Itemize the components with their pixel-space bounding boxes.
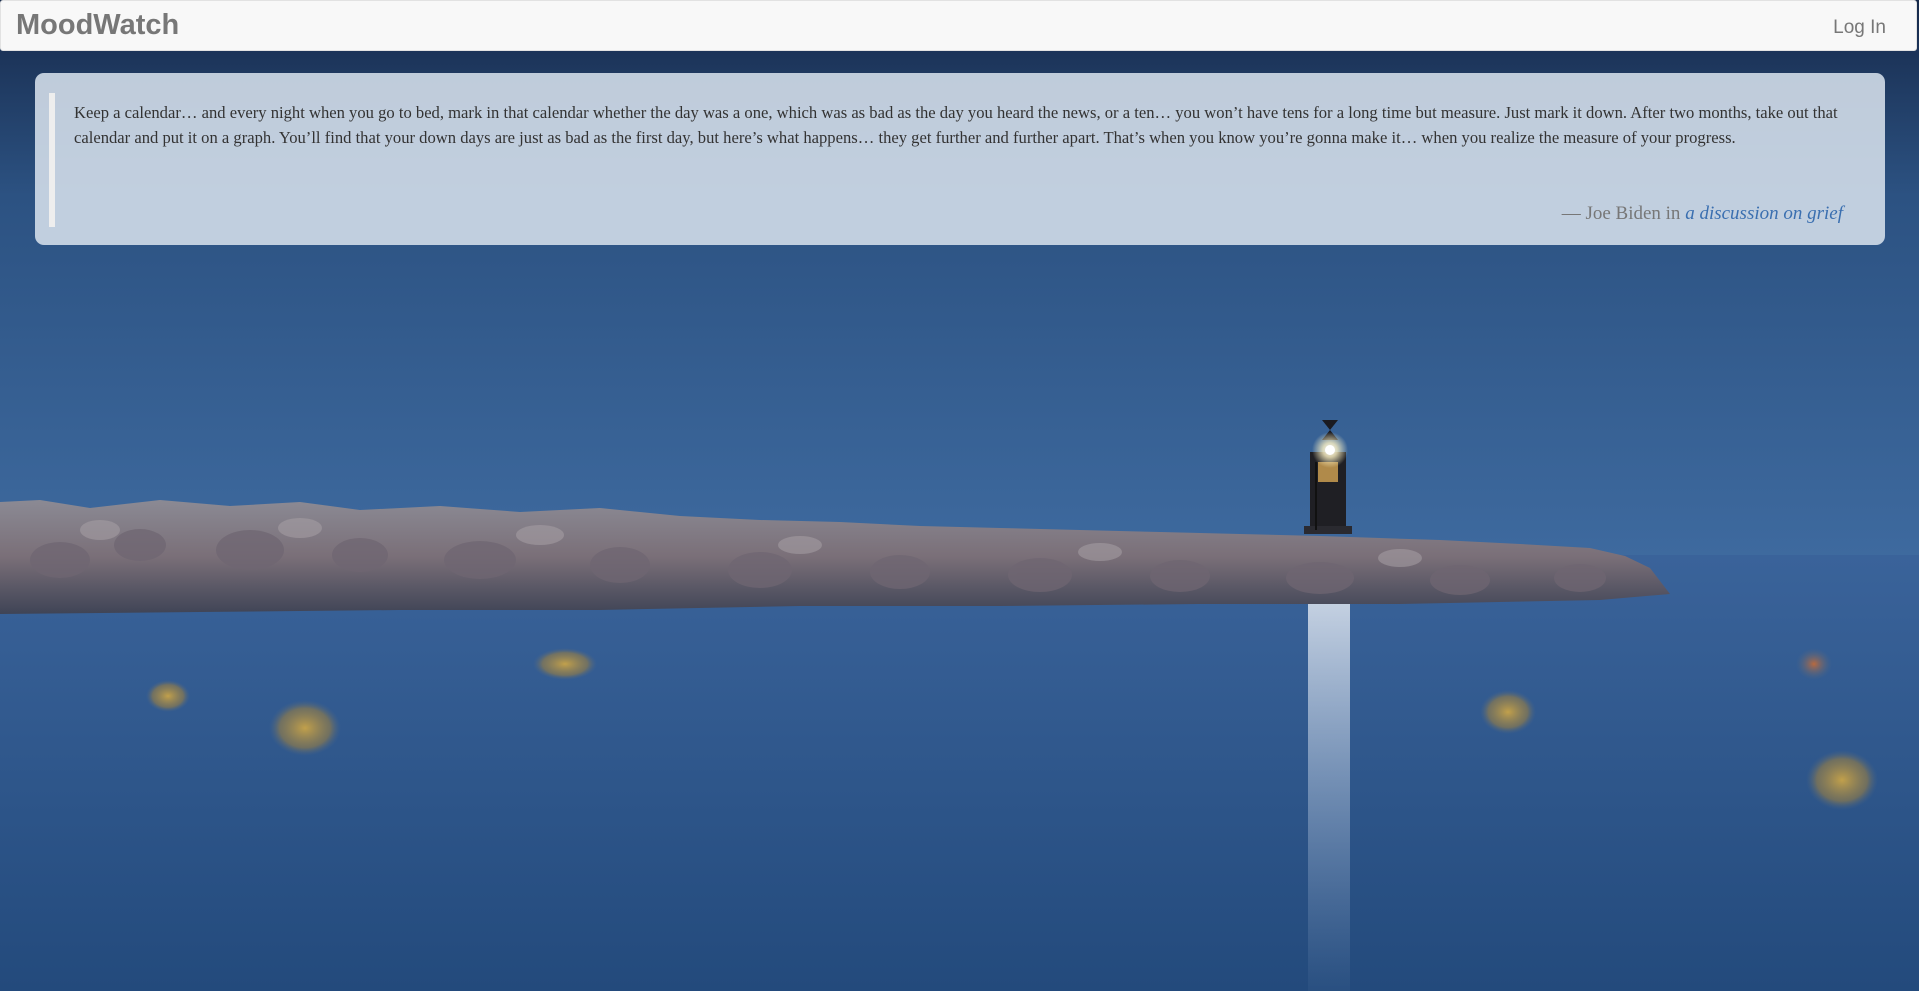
quote-card: Keep a calendar… and every night when yo…: [35, 73, 1885, 245]
attribution-in: in: [1665, 203, 1681, 224]
attribution-dash: —: [1561, 203, 1581, 224]
quote-author: Joe Biden: [1585, 203, 1661, 224]
brand-logo-link[interactable]: MoodWatch: [16, 9, 179, 42]
blockquote: Keep a calendar… and every night when yo…: [49, 93, 1871, 227]
top-navbar: MoodWatch Log In: [0, 0, 1917, 51]
quote-text: Keep a calendar… and every night when yo…: [74, 103, 1838, 147]
login-link[interactable]: Log In: [1833, 17, 1886, 39]
quote-attribution: — Joe Biden in a discussion on grief: [1562, 203, 1843, 225]
quote-source-link[interactable]: a discussion on grief: [1685, 203, 1843, 224]
